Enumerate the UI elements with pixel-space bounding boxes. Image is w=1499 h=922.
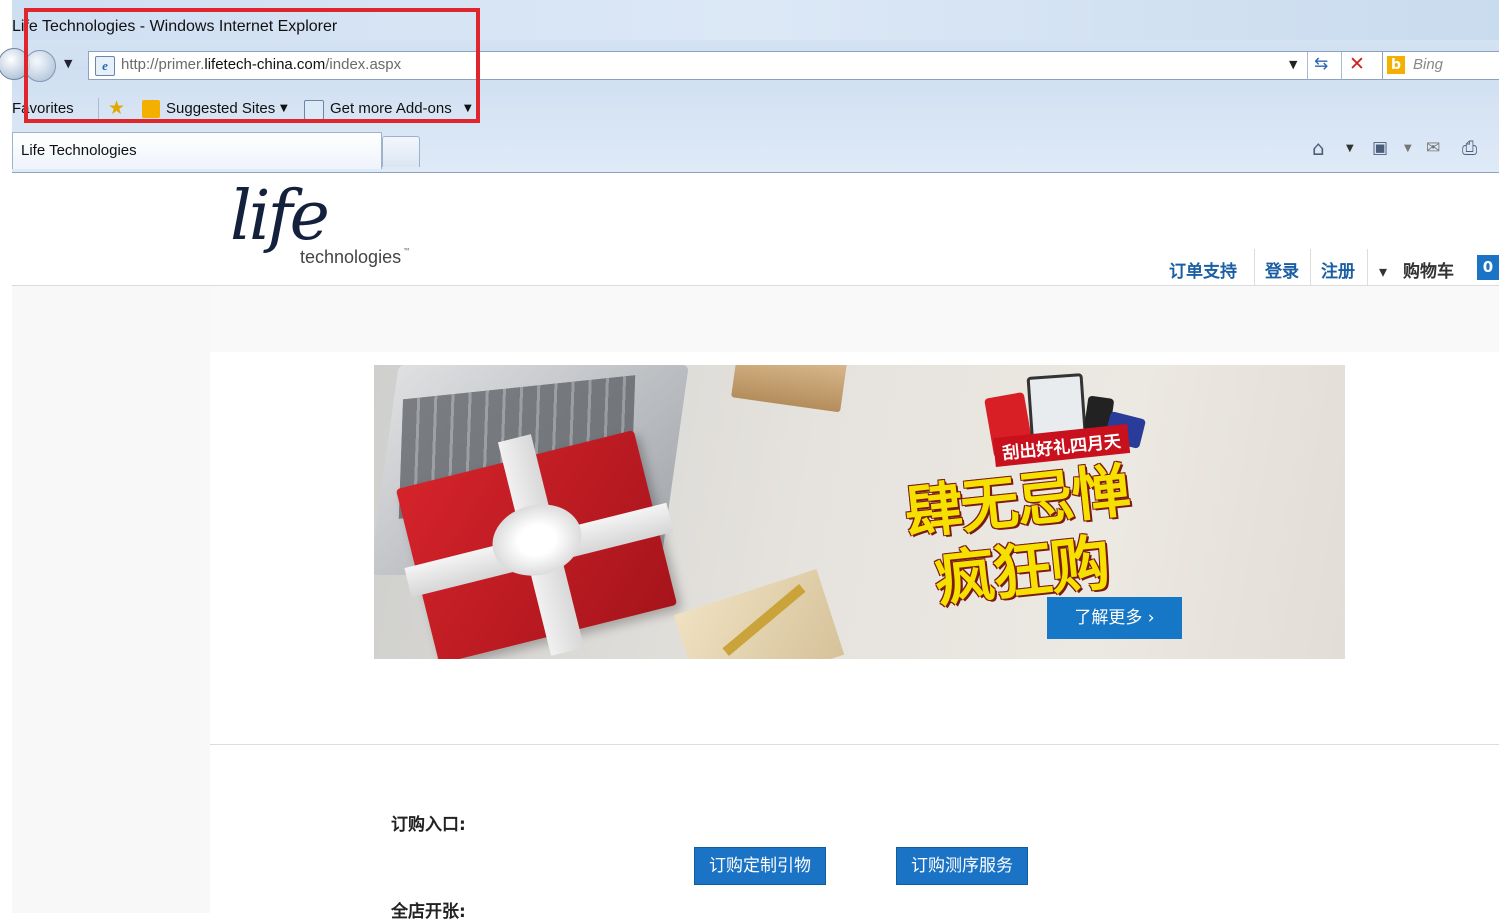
promo-banner[interactable]: 刮出好礼四月天 肆无忌惮 疯狂购 了解更多 › (374, 365, 1345, 659)
address-dropdown-icon[interactable]: ▼ (1289, 58, 1297, 71)
section-divider (210, 744, 1499, 745)
nav-cart[interactable]: 购物车 (1403, 257, 1454, 282)
tab-life-technologies[interactable]: Life Technologies (12, 132, 382, 169)
home-dropdown-icon[interactable]: ▼ (1346, 143, 1354, 154)
order-entry-label: 订购入口: (391, 815, 466, 835)
nav-login[interactable]: 登录 (1265, 257, 1299, 282)
feeds-icon[interactable]: ▣ (1372, 138, 1388, 158)
order-primers-button[interactable]: 订购定制引物 (694, 847, 826, 885)
refresh-icon[interactable]: ⇆ (1314, 54, 1328, 74)
search-box[interactable]: b Bing (1382, 51, 1499, 80)
gold-gift-box-image (673, 569, 845, 659)
new-tab-button[interactable] (382, 136, 420, 167)
feeds-dropdown-icon[interactable]: ▼ (1404, 143, 1412, 154)
tab-row: Life Technologies ⌂ ▼ ▣ ▼ ✉ ⎙ (12, 130, 1499, 173)
print-icon[interactable]: ⎙ (1462, 138, 1477, 158)
nav-register[interactable]: 注册 (1321, 257, 1355, 282)
annotation-highlight-box (24, 8, 480, 123)
order-sequencing-button[interactable]: 订购测序服务 (896, 847, 1028, 885)
site-header: life technologies ™ 订单支持 登录 注册 ▾ 购物车 0 (12, 173, 1499, 287)
trademark-mark: ™ (403, 247, 411, 256)
left-gutter (12, 286, 210, 913)
cart-count-badge[interactable]: 0 (1477, 255, 1499, 280)
site-logo-subtitle: technologies (300, 247, 402, 267)
header-band (12, 286, 1499, 352)
tab-title: Life Technologies (21, 142, 137, 159)
kraft-box-image (731, 365, 847, 413)
learn-more-button[interactable]: 了解更多 › (1047, 597, 1182, 639)
cart-icon[interactable]: ▾ (1379, 262, 1387, 281)
nav-order-support[interactable]: 订单支持 (1169, 257, 1237, 282)
search-provider-label: Bing (1413, 56, 1444, 73)
home-icon[interactable]: ⌂ (1312, 138, 1325, 158)
shop-opening-label: 全店开张: (391, 902, 466, 922)
site-logo[interactable]: life (230, 177, 330, 256)
stop-icon[interactable]: ✕ (1349, 53, 1365, 75)
web-page: life technologies ™ 订单支持 登录 注册 ▾ 购物车 0 刮… (12, 173, 1499, 922)
mail-icon[interactable]: ✉ (1426, 138, 1440, 158)
bing-icon: b (1387, 56, 1405, 74)
